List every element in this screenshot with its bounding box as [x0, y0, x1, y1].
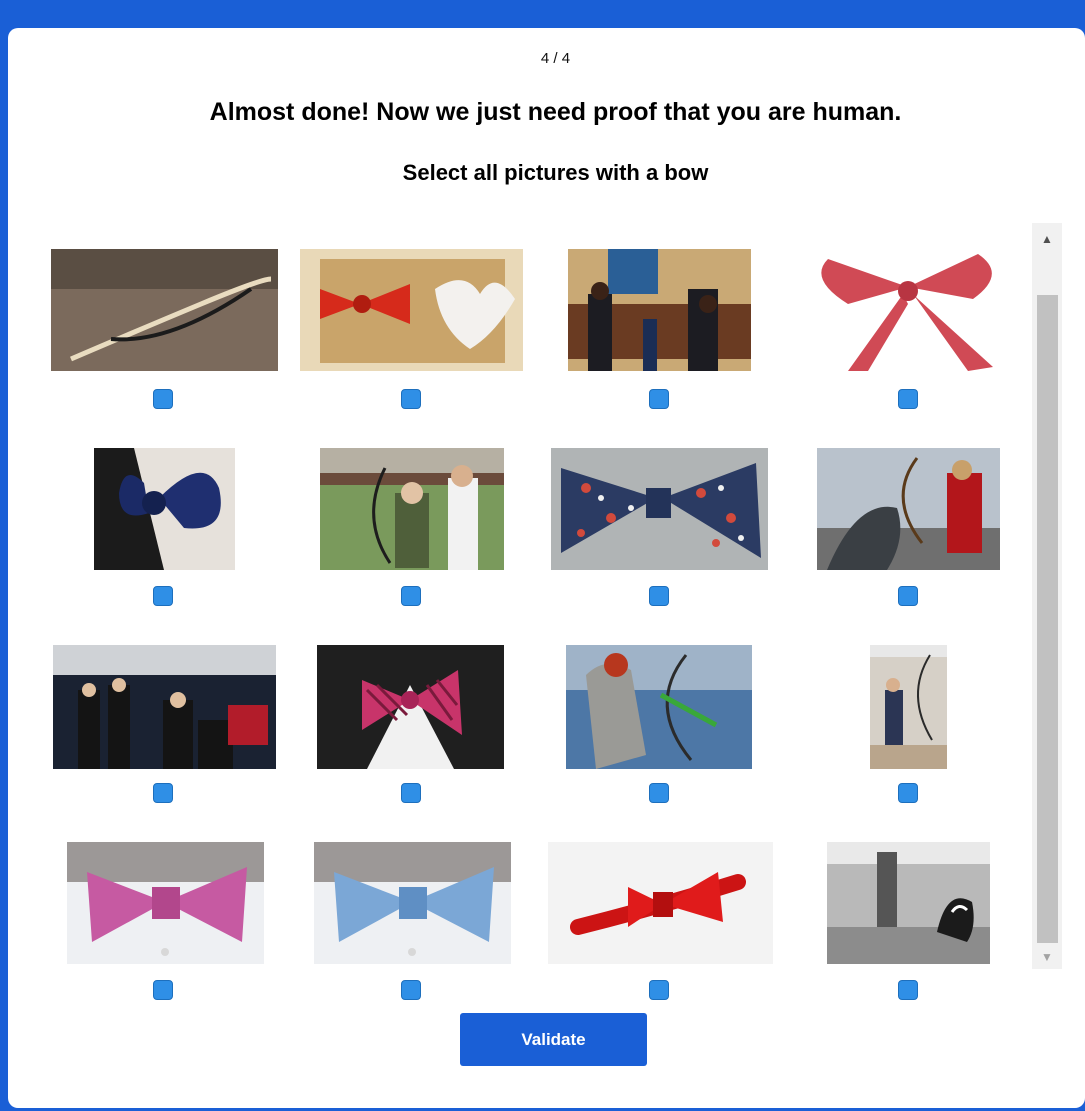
tile-image-16[interactable] — [827, 842, 990, 964]
tile-image-2[interactable] — [300, 249, 523, 371]
tile-image-10[interactable] — [317, 645, 504, 769]
tile-image-4[interactable] — [808, 249, 1011, 371]
tile-image-1[interactable] — [51, 249, 278, 371]
scrollbar-thumb[interactable] — [1037, 295, 1058, 943]
tile-image-13[interactable] — [67, 842, 264, 964]
tile-checkbox-6[interactable] — [401, 586, 421, 606]
tile-checkbox-8[interactable] — [898, 586, 918, 606]
captcha-card: 4 / 4 Almost done! Now we just need proo… — [8, 28, 1085, 1108]
tile-checkbox-10[interactable] — [401, 783, 421, 803]
tile-checkbox-2[interactable] — [401, 389, 421, 409]
image-grid — [8, 28, 1028, 1000]
tile-checkbox-12[interactable] — [898, 783, 918, 803]
tile-image-8[interactable] — [817, 448, 1000, 570]
tile-checkbox-16[interactable] — [898, 980, 918, 1000]
tile-image-11[interactable] — [566, 645, 752, 769]
tile-image-9[interactable] — [53, 645, 276, 769]
tile-checkbox-15[interactable] — [649, 980, 669, 1000]
tile-image-15[interactable] — [548, 842, 773, 964]
scroll-down-arrow-icon[interactable]: ▼ — [1032, 947, 1062, 967]
scroll-up-arrow-icon[interactable]: ▲ — [1032, 229, 1062, 249]
tile-image-7[interactable] — [551, 448, 768, 570]
tile-checkbox-14[interactable] — [401, 980, 421, 1000]
validate-button[interactable]: Validate — [460, 1013, 647, 1066]
tile-image-3[interactable] — [568, 249, 751, 371]
tile-checkbox-7[interactable] — [649, 586, 669, 606]
grid-scrollbar[interactable]: ▲ ▼ — [1032, 223, 1062, 969]
tile-checkbox-5[interactable] — [153, 586, 173, 606]
tile-image-14[interactable] — [314, 842, 511, 964]
tile-checkbox-11[interactable] — [649, 783, 669, 803]
tile-checkbox-4[interactable] — [898, 389, 918, 409]
tile-checkbox-3[interactable] — [649, 389, 669, 409]
tile-checkbox-1[interactable] — [153, 389, 173, 409]
tile-image-6[interactable] — [320, 448, 504, 570]
tile-checkbox-9[interactable] — [153, 783, 173, 803]
tile-checkbox-13[interactable] — [153, 980, 173, 1000]
tile-image-12[interactable] — [870, 645, 947, 769]
tile-image-5[interactable] — [94, 448, 235, 570]
